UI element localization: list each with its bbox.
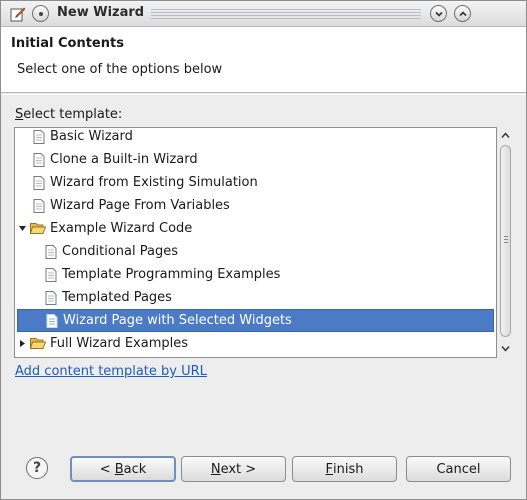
tree-item-template-programming-examples[interactable]: Template Programming Examples (15, 263, 495, 286)
window-title: New Wizard (57, 5, 145, 20)
tree-item-label: Template Programming Examples (62, 267, 281, 282)
maximize-button[interactable] (454, 5, 471, 22)
folder-open-icon (30, 223, 46, 234)
chevron-up-icon (458, 10, 467, 16)
next-mnemonic: N (210, 461, 221, 477)
finish-button-rest: inish (333, 461, 364, 477)
document-icon (45, 267, 57, 282)
tree-item-label: Wizard Page with Selected Widgets (63, 313, 292, 328)
document-icon (33, 129, 45, 144)
finish-button[interactable]: Finish (292, 456, 397, 482)
thumb-grip (504, 236, 508, 245)
document-icon (33, 152, 45, 167)
cancel-button-label: Cancel (436, 461, 481, 477)
document-icon (45, 244, 57, 259)
chevron-down-icon (434, 11, 443, 17)
select-template-label-rest: elect template: (23, 107, 123, 122)
triangle-down-icon (18, 225, 26, 231)
back-button[interactable]: < Back (70, 456, 176, 482)
tree-item-label: Templated Pages (62, 290, 172, 305)
document-icon (46, 313, 58, 328)
title-bar[interactable]: New Wizard (1, 1, 526, 27)
tree-item-wizard-page-selected-widgets[interactable]: Wizard Page with Selected Widgets (17, 309, 494, 332)
document-icon (33, 175, 45, 190)
expand-toggle[interactable] (17, 338, 27, 348)
tree-item-label: Basic Wizard (50, 129, 133, 144)
folder-open-icon (30, 338, 46, 349)
tree-item-templated-pages[interactable]: Templated Pages (15, 286, 495, 309)
back-button-rest: ack (123, 461, 147, 477)
title-decoration (151, 9, 421, 19)
next-button-rest: ext > (220, 461, 257, 477)
scroll-up-icon[interactable] (501, 131, 510, 140)
help-icon: ? (32, 460, 42, 476)
template-tree[interactable]: Basic Wizard Clone a Built-in Wizard Wiz… (14, 127, 497, 358)
scroll-down-icon[interactable] (501, 344, 510, 353)
window-menu-icon (38, 11, 43, 16)
page-description: Select one of the options below (17, 62, 223, 77)
tree-item-clone-built-in-wizard[interactable]: Clone a Built-in Wizard (15, 148, 495, 171)
page-title: Initial Contents (11, 36, 124, 51)
add-content-template-link[interactable]: Add content template by URL (15, 364, 207, 379)
window-menu-button[interactable] (32, 5, 49, 22)
next-button[interactable]: Next > (181, 456, 286, 482)
document-icon (33, 198, 45, 213)
tree-item-label: Example Wizard Code (50, 221, 193, 236)
tree-item-label: Wizard from Existing Simulation (50, 175, 258, 190)
tree-item-label: Conditional Pages (62, 244, 178, 259)
header-divider (1, 94, 526, 95)
tree-item-wizard-page-from-variables[interactable]: Wizard Page From Variables (15, 194, 495, 217)
select-template-label: Select template: (15, 107, 122, 122)
cancel-button[interactable]: Cancel (406, 456, 511, 482)
minimize-button[interactable] (430, 5, 447, 22)
tree-item-example-wizard-code[interactable]: Example Wizard Code (15, 217, 495, 240)
wizard-header: Initial Contents Select one of the optio… (1, 27, 526, 93)
tree-item-conditional-pages[interactable]: Conditional Pages (15, 240, 495, 263)
tree-item-label: Full Wizard Examples (50, 336, 189, 351)
scrollbar-thumb[interactable] (500, 145, 511, 337)
tree-scrollbar[interactable] (497, 127, 514, 358)
wizard-app-icon (10, 7, 26, 22)
document-icon (45, 290, 57, 305)
expand-toggle[interactable] (17, 223, 27, 233)
tree-item-full-wizard-examples[interactable]: Full Wizard Examples (15, 332, 495, 355)
back-mnemonic: B (114, 461, 124, 477)
finish-mnemonic: F (325, 461, 333, 477)
tree-item-wizard-from-existing-simulation[interactable]: Wizard from Existing Simulation (15, 171, 495, 194)
help-button[interactable]: ? (26, 457, 48, 479)
new-wizard-window: New Wizard Initial Contents Select one o… (0, 0, 527, 500)
back-button-prefix: < (99, 461, 115, 477)
tree-item-label: Wizard Page From Variables (50, 198, 230, 213)
triangle-right-icon (19, 339, 25, 347)
tree-item-label: Clone a Built-in Wizard (50, 152, 198, 167)
tree-item-basic-wizard[interactable]: Basic Wizard (15, 128, 495, 148)
